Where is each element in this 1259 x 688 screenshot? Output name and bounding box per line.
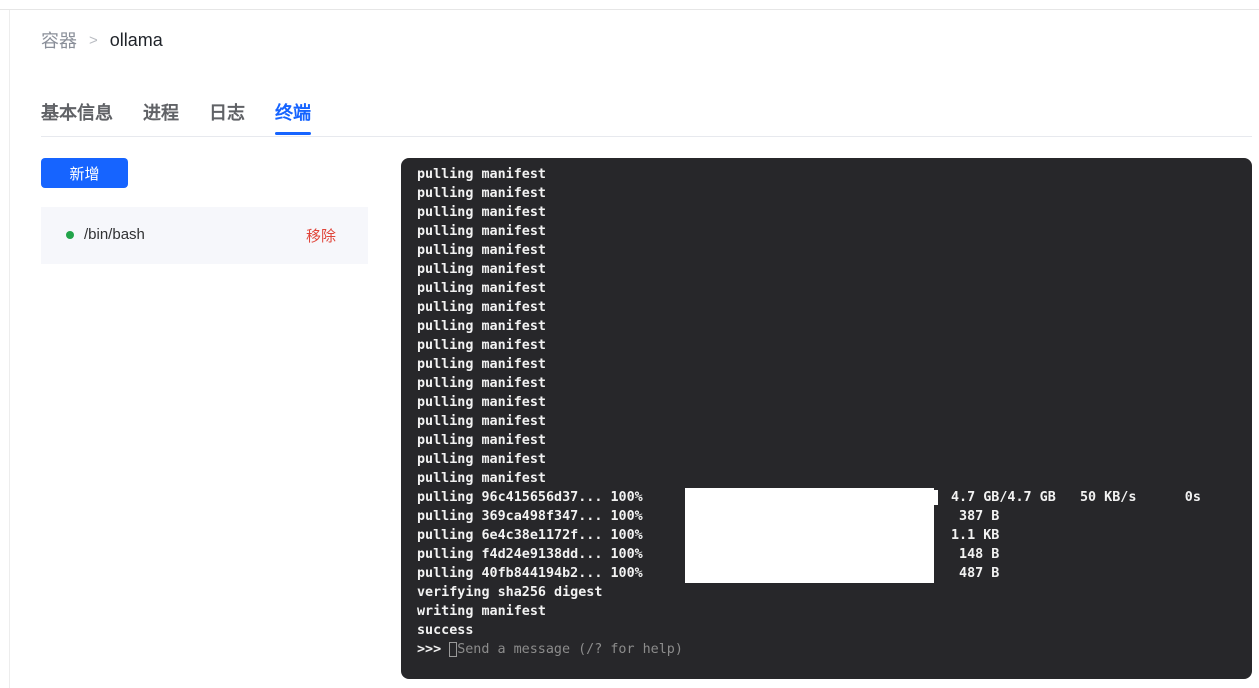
pull-label: pulling 40fb844194b2... 100%	[417, 566, 643, 581]
tab-processes[interactable]: 进程	[143, 99, 179, 135]
terminal-line: pulling manifest	[417, 262, 546, 277]
terminal-line: writing manifest	[417, 604, 546, 619]
terminal-line: pulling manifest	[417, 471, 546, 486]
prompt-input[interactable]: Send a message (/? for help)	[457, 642, 683, 657]
pull-stat: 487 B	[951, 566, 1000, 581]
pull-label: pulling 6e4c38e1172f... 100%	[417, 528, 643, 543]
status-dot-icon	[66, 231, 74, 239]
pull-stat: 387 B	[951, 509, 1000, 524]
pull-progress-bar	[685, 488, 934, 507]
terminal-line: pulling manifest	[417, 281, 546, 296]
pull-label: pulling 96c415656d37... 100%	[417, 490, 643, 505]
session-list-item[interactable]: /bin/bash 移除	[41, 207, 368, 264]
session-command: /bin/bash	[84, 226, 145, 243]
tabs-divider	[41, 136, 1252, 137]
pull-label: pulling f4d24e9138dd... 100%	[417, 547, 643, 562]
pull-progress-bar	[685, 564, 934, 583]
pull-stat: 1.1 KB	[951, 528, 1000, 543]
left-divider	[9, 10, 10, 688]
terminal-line: pulling manifest	[417, 376, 546, 391]
terminal-line: pulling manifest	[417, 205, 546, 220]
pull-line: pulling 369ca498f347... 100% 387 B	[417, 507, 1252, 526]
terminal-output: pulling manifest pulling manifest pulling …	[417, 165, 1252, 488]
tab-basic-info[interactable]: 基本信息	[41, 99, 113, 135]
breadcrumb-separator: >	[89, 31, 98, 49]
terminal-line: pulling manifest	[417, 300, 546, 315]
terminal-line: pulling manifest	[417, 243, 546, 258]
terminal-prompt-line[interactable]: >>> Send a message (/? for help)	[417, 640, 1252, 659]
tab-bar: 基本信息 进程 日志 终端	[41, 99, 311, 135]
pull-stat: 4.7 GB/4.7 GB 50 KB/s 0s	[951, 490, 1201, 505]
pull-progress-list: pulling 96c415656d37... 100% 4.7 GB/4.7 G…	[417, 488, 1252, 583]
terminal-line: pulling manifest	[417, 186, 546, 201]
remove-session-button[interactable]: 移除	[306, 225, 336, 246]
tab-logs[interactable]: 日志	[209, 99, 245, 135]
terminal-line: pulling manifest	[417, 224, 546, 239]
pull-progress-bar	[685, 526, 934, 545]
terminal-tail-output: verifying sha256 digest writing manifest s…	[417, 583, 1252, 640]
terminal-line: pulling manifest	[417, 452, 546, 467]
terminal-line: pulling manifest	[417, 338, 546, 353]
terminal-line: pulling manifest	[417, 414, 546, 429]
pull-line: pulling 6e4c38e1172f... 100% 1.1 KB	[417, 526, 1252, 545]
pull-line: pulling 96c415656d37... 100% 4.7 GB/4.7 G…	[417, 488, 1252, 507]
terminal-line: verifying sha256 digest	[417, 585, 603, 600]
breadcrumb-current: ollama	[109, 29, 163, 50]
pull-line: pulling 40fb844194b2... 100% 487 B	[417, 564, 1252, 583]
terminal-line: pulling manifest	[417, 395, 546, 410]
add-session-button[interactable]: 新增	[41, 158, 128, 188]
breadcrumb: 容器 > ollama	[41, 27, 163, 53]
terminal-panel[interactable]: pulling manifest pulling manifest pulling …	[401, 158, 1252, 679]
top-divider	[0, 9, 1259, 10]
breadcrumb-root[interactable]: 容器	[41, 27, 77, 53]
pull-progress-bar	[685, 545, 934, 564]
pull-line: pulling f4d24e9138dd... 100% 148 B	[417, 545, 1252, 564]
tab-terminal[interactable]: 终端	[275, 99, 311, 135]
terminal-line: pulling manifest	[417, 357, 546, 372]
progress-bar-cap	[934, 490, 938, 505]
terminal-line: pulling manifest	[417, 167, 546, 182]
pull-progress-bar	[685, 507, 934, 526]
pull-label: pulling 369ca498f347... 100%	[417, 509, 643, 524]
terminal-line: success	[417, 623, 474, 638]
terminal-line: pulling manifest	[417, 319, 546, 334]
pull-stat: 148 B	[951, 547, 1000, 562]
terminal-cursor	[449, 641, 458, 657]
terminal-line: pulling manifest	[417, 433, 546, 448]
prompt-marker: >>>	[417, 642, 442, 657]
